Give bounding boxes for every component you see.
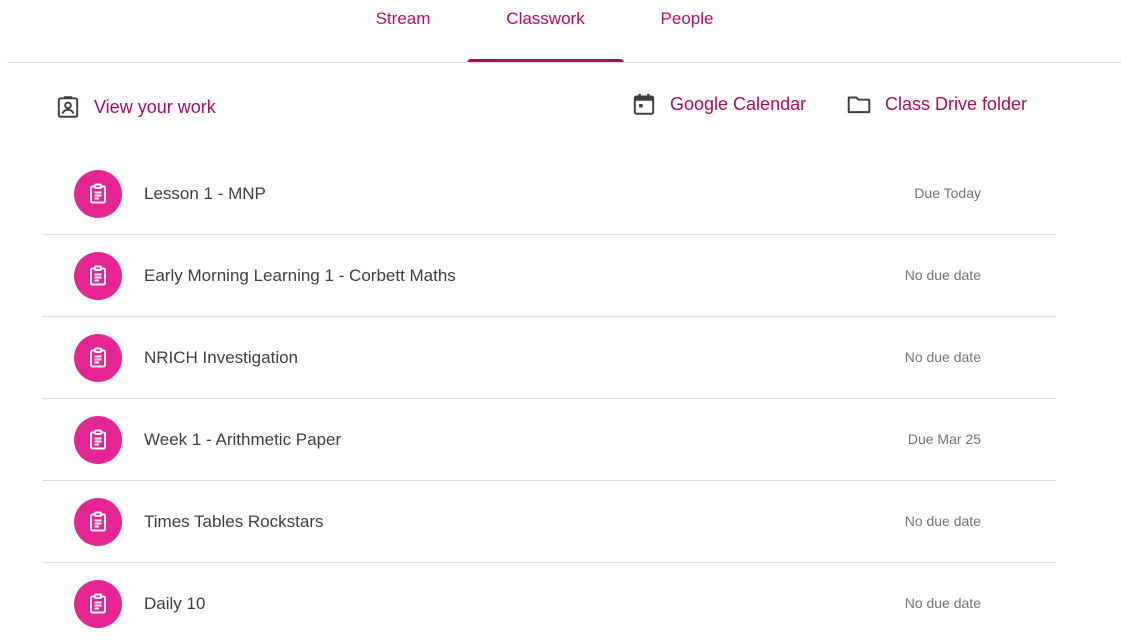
assignment-due-date: Due Today bbox=[914, 185, 981, 201]
assignment-icon bbox=[74, 416, 122, 464]
google-calendar-label: Google Calendar bbox=[670, 93, 807, 114]
assignment-title: Times Tables Rockstars bbox=[144, 512, 324, 531]
assignment-icon bbox=[74, 334, 122, 382]
list-item[interactable]: Times Tables Rockstars No due date bbox=[42, 481, 1056, 563]
list-item[interactable]: Lesson 1 - MNP Due Today bbox=[42, 153, 1056, 235]
assignment-icon bbox=[74, 252, 122, 300]
assignment-icon bbox=[74, 498, 122, 546]
top-tab-bar: Stream Classwork People bbox=[0, 0, 1121, 63]
tab-stream-label: Stream bbox=[375, 9, 431, 28]
tab-classwork-label: Classwork bbox=[506, 9, 585, 28]
view-your-work-label: View your work bbox=[94, 96, 216, 117]
class-drive-folder-link[interactable]: Class Drive folder bbox=[845, 90, 1027, 118]
folder-icon bbox=[845, 90, 873, 118]
list-item[interactable]: Week 1 - Arithmetic Paper Due Mar 25 bbox=[42, 399, 1056, 481]
assignment-icon bbox=[74, 170, 122, 218]
classwork-list: Lesson 1 - MNP Due Today Early Morning L… bbox=[42, 153, 1056, 644]
assignment-due-date: No due date bbox=[904, 349, 981, 365]
assignment-title: Daily 10 bbox=[144, 594, 206, 613]
assignment-due-date: No due date bbox=[904, 267, 981, 283]
list-item[interactable]: Daily 10 No due date bbox=[42, 563, 1056, 644]
assignment-due-date: Due Mar 25 bbox=[907, 431, 981, 447]
assignment-title: Early Morning Learning 1 - Corbett Maths bbox=[144, 266, 456, 285]
list-item[interactable]: Early Morning Learning 1 - Corbett Maths… bbox=[42, 235, 1056, 317]
tab-classwork[interactable]: Classwork bbox=[467, 0, 624, 63]
assignment-due-date: No due date bbox=[904, 595, 981, 611]
assignment-ind-icon bbox=[54, 93, 82, 121]
tab-stream[interactable]: Stream bbox=[365, 0, 441, 62]
view-your-work-link[interactable]: View your work bbox=[54, 93, 216, 121]
assignment-title: Lesson 1 - MNP bbox=[144, 184, 266, 203]
tab-bar-divider bbox=[7, 62, 1121, 63]
google-calendar-link[interactable]: Google Calendar bbox=[630, 90, 806, 118]
list-item[interactable]: NRICH Investigation No due date bbox=[42, 317, 1056, 399]
assignment-title: NRICH Investigation bbox=[144, 348, 299, 367]
tab-people[interactable]: People bbox=[650, 0, 724, 62]
assignment-icon bbox=[74, 580, 122, 628]
assignment-title: Week 1 - Arithmetic Paper bbox=[144, 430, 342, 449]
tab-people-label: People bbox=[660, 9, 714, 28]
assignment-due-date: No due date bbox=[904, 513, 981, 529]
calendar-icon bbox=[630, 90, 658, 118]
class-drive-folder-label: Class Drive folder bbox=[885, 93, 1028, 114]
